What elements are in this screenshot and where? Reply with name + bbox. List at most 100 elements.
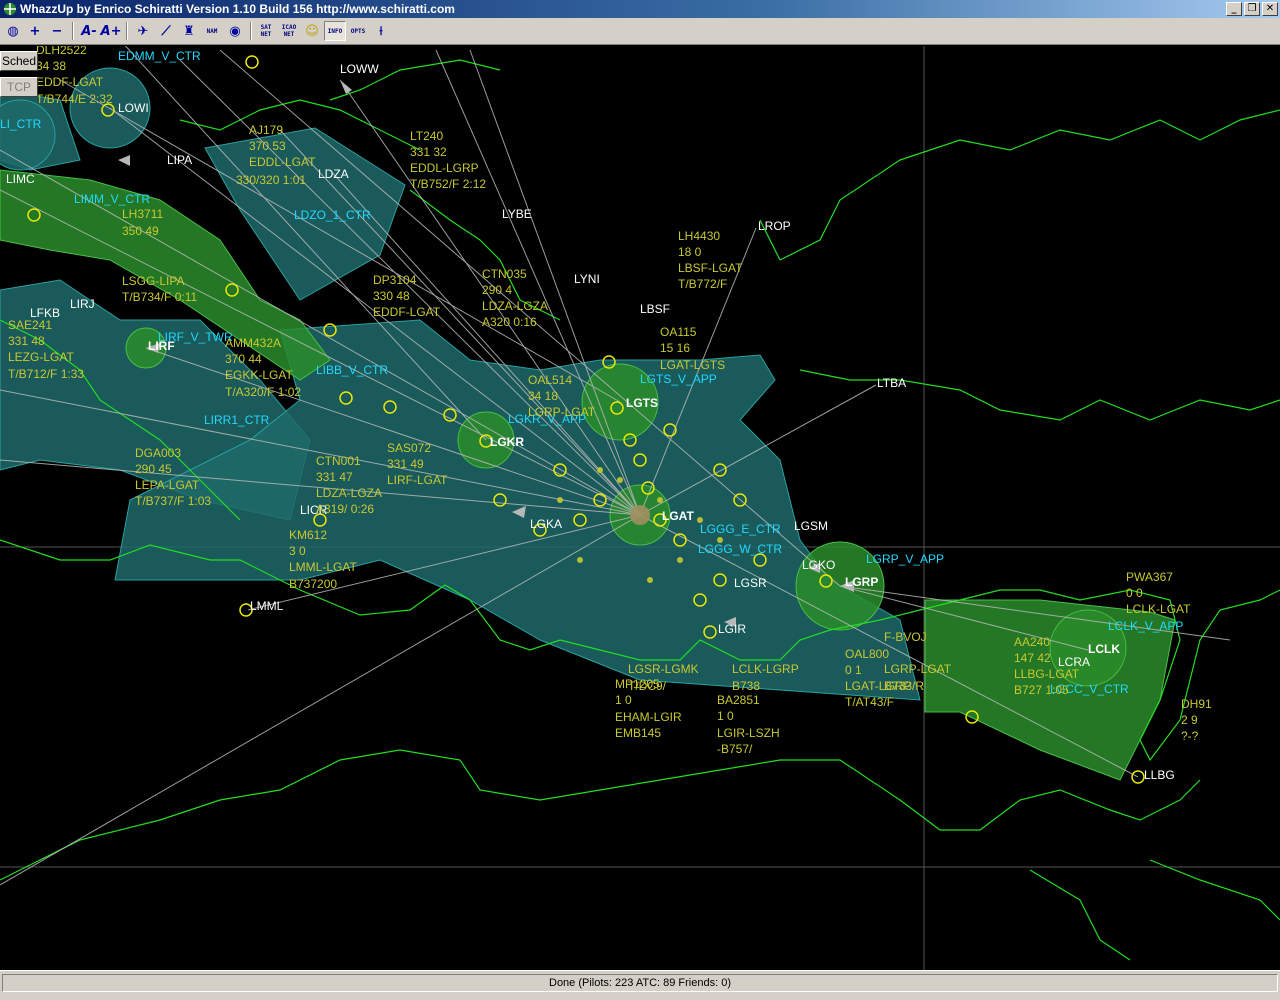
svg-text:LGSR-LGMK: LGSR-LGMK (628, 662, 699, 676)
svg-text:EGKK-LGAT: EGKK-LGAT (225, 368, 293, 382)
svg-text:EDDF-LGAT: EDDF-LGAT (36, 75, 104, 89)
svg-text:B733/R: B733/R (884, 679, 924, 693)
svg-text:?-?: ?-? (1181, 729, 1199, 743)
flight-tag[interactable]: PWA367 0 0 LCLK-LGAT (1126, 570, 1191, 616)
flight-tag[interactable]: CTN035 290 4 LDZA-LGZA A320 0:16 (482, 267, 548, 329)
flight-tag[interactable]: DH91 2 9 ?-? (1181, 697, 1212, 743)
svg-text:B727 1:05: B727 1:05 (1014, 683, 1069, 697)
map-canvas: LOWW LOWI LIPA LDZA LYBE LROP LYNI LBSF … (0, 46, 1280, 970)
airport-label: LROP (758, 219, 791, 233)
svg-text:T/A320/F 1:02: T/A320/F 1:02 (225, 385, 301, 399)
atc-label: LCLK_V_APP (1108, 619, 1183, 633)
route-icon[interactable]: ⟋ (155, 21, 177, 41)
airport-label: LIPA (167, 153, 192, 167)
svg-text:1 0: 1 0 (615, 693, 632, 707)
svg-text:LGIR-LSZH: LGIR-LSZH (717, 726, 780, 740)
svg-text:CTN035: CTN035 (482, 267, 527, 281)
svg-text:T/B744/E 2:32: T/B744/E 2:32 (36, 92, 113, 106)
svg-text:290 45: 290 45 (135, 462, 172, 476)
radar-map[interactable]: LOWW LOWI LIPA LDZA LYBE LROP LYNI LBSF … (0, 46, 1280, 970)
sat-net-button[interactable]: SAT NET (255, 21, 277, 41)
svg-text:EMB145: EMB145 (615, 726, 661, 740)
svg-text:34 38: 34 38 (36, 59, 66, 73)
svg-text:LGRP-LGAT: LGRP-LGAT (884, 662, 952, 676)
flight-tag[interactable]: BA2851 1 0 LGIR-LSZH -B757/ (717, 693, 780, 756)
title-bar: WhazzUp by Enrico Schiratti Version 1.10… (0, 0, 1280, 18)
airport-label: LYNI (574, 272, 600, 286)
svg-text:LCLK-LGRP: LCLK-LGRP (732, 662, 799, 676)
plane-icon[interactable]: ✈ (132, 21, 154, 41)
earth-icon[interactable]: ◉ (224, 21, 246, 41)
flight-tag[interactable]: LH4430 18 0 LBSF-LGAT T/B772/F (678, 229, 743, 291)
svg-text:LBSF-LGAT: LBSF-LGAT (678, 261, 743, 275)
zoom-in-button[interactable]: + (24, 21, 46, 41)
svg-text:0 1: 0 1 (845, 663, 862, 677)
tower-icon[interactable]: ♜ (178, 21, 200, 41)
svg-text:T/B737/F 1:03: T/B737/F 1:03 (135, 494, 211, 508)
atc-label: LDZO_1_CTR (294, 208, 371, 222)
svg-text:LIRF-LGAT: LIRF-LGAT (387, 473, 448, 487)
flight-tag[interactable]: DP3104 330 48 EDDF-LGAT (373, 273, 441, 319)
svg-text:LEPA-LGAT: LEPA-LGAT (135, 478, 200, 492)
svg-text:LH3711: LH3711 (122, 207, 163, 221)
zoom-out-button[interactable]: − (46, 21, 68, 41)
svg-text:330 48: 330 48 (373, 289, 410, 303)
airport-label: LLBG (1144, 768, 1175, 782)
flight-tag[interactable]: OA115 15 16 LGAT-LGTS (660, 325, 725, 372)
airport-label: LIRJ (70, 297, 95, 311)
airport-label: LOWW (340, 62, 379, 76)
svg-text:T/DC9/: T/DC9/ (628, 679, 667, 693)
svg-text:A320 0:16: A320 0:16 (482, 315, 537, 329)
status-text: Done (Pilots: 223 ATC: 89 Friends: 0) (2, 974, 1278, 992)
sched-button[interactable]: Sched (0, 51, 38, 71)
svg-text:331 49: 331 49 (387, 457, 424, 471)
airport-label: LIMC (6, 172, 35, 186)
pin-icon[interactable]: ⟊ (370, 21, 392, 41)
svg-text:A319/ 0:26: A319/ 0:26 (316, 502, 374, 516)
atc-label: LIBB_V_CTR (316, 363, 388, 377)
tcp-button[interactable]: TCP (0, 77, 38, 97)
minimize-button[interactable]: _ (1226, 2, 1242, 16)
icao-net-button[interactable]: ICAO NET (278, 21, 300, 41)
svg-text:LMML-LGAT: LMML-LGAT (289, 560, 357, 574)
globe-icon[interactable]: ◍ (2, 21, 24, 41)
svg-text:AMM432A: AMM432A (225, 336, 281, 350)
airport-label: LCLK (1088, 642, 1120, 656)
info-button[interactable]: INFO (324, 21, 346, 41)
atc-label: LGRP_V_APP (866, 552, 944, 566)
font-smaller-button[interactable]: A- (78, 21, 100, 41)
smiley-icon[interactable]: ☺ (301, 21, 323, 41)
airport-label: LMML (250, 599, 284, 613)
svg-text:DLH2522: DLH2522 (36, 46, 87, 57)
airport-label: LDZA (318, 167, 349, 181)
font-larger-button[interactable]: A+ (100, 21, 122, 41)
app-icon (4, 3, 16, 15)
svg-text:18 0: 18 0 (678, 245, 702, 259)
svg-text:LGAT-LGTS: LGAT-LGTS (660, 358, 725, 372)
svg-text:331 32: 331 32 (410, 145, 447, 159)
svg-text:LT240: LT240 (410, 129, 443, 143)
svg-text:OAL800: OAL800 (845, 647, 889, 661)
atc-label: LI_CTR (0, 117, 42, 131)
svg-text:331 47: 331 47 (316, 470, 353, 484)
maximize-button[interactable]: ❐ (1244, 2, 1260, 16)
airport-label: LGSM (794, 519, 828, 533)
svg-text:BA2851: BA2851 (717, 693, 760, 707)
svg-text:LH4430: LH4430 (678, 229, 720, 243)
svg-text:LDZA-LGZA: LDZA-LGZA (316, 486, 382, 500)
svg-text:LSGG-LIPA: LSGG-LIPA (122, 274, 184, 288)
svg-text:0 0: 0 0 (1126, 586, 1143, 600)
status-bar: Done (Pilots: 223 ATC: 89 Friends: 0) (0, 970, 1280, 1000)
svg-text:370 53: 370 53 (249, 139, 286, 153)
svg-text:LCLK-LGAT: LCLK-LGAT (1126, 602, 1191, 616)
svg-text:AA240: AA240 (1014, 635, 1050, 649)
airport-label: LGSR (734, 576, 767, 590)
nam-button[interactable]: NAM (201, 21, 223, 41)
flight-tag[interactable]: DLH2522 34 38 EDDF-LGAT T/B744/E 2:32 (36, 46, 113, 106)
close-button[interactable]: ✕ (1262, 2, 1278, 16)
opts-button[interactable]: OPTS (347, 21, 369, 41)
svg-text:DH91: DH91 (1181, 697, 1212, 711)
svg-text:OAL514: OAL514 (528, 373, 572, 387)
svg-text:LEZG-LGAT: LEZG-LGAT (8, 350, 74, 364)
svg-text:EHAM-LGIR: EHAM-LGIR (615, 710, 682, 724)
